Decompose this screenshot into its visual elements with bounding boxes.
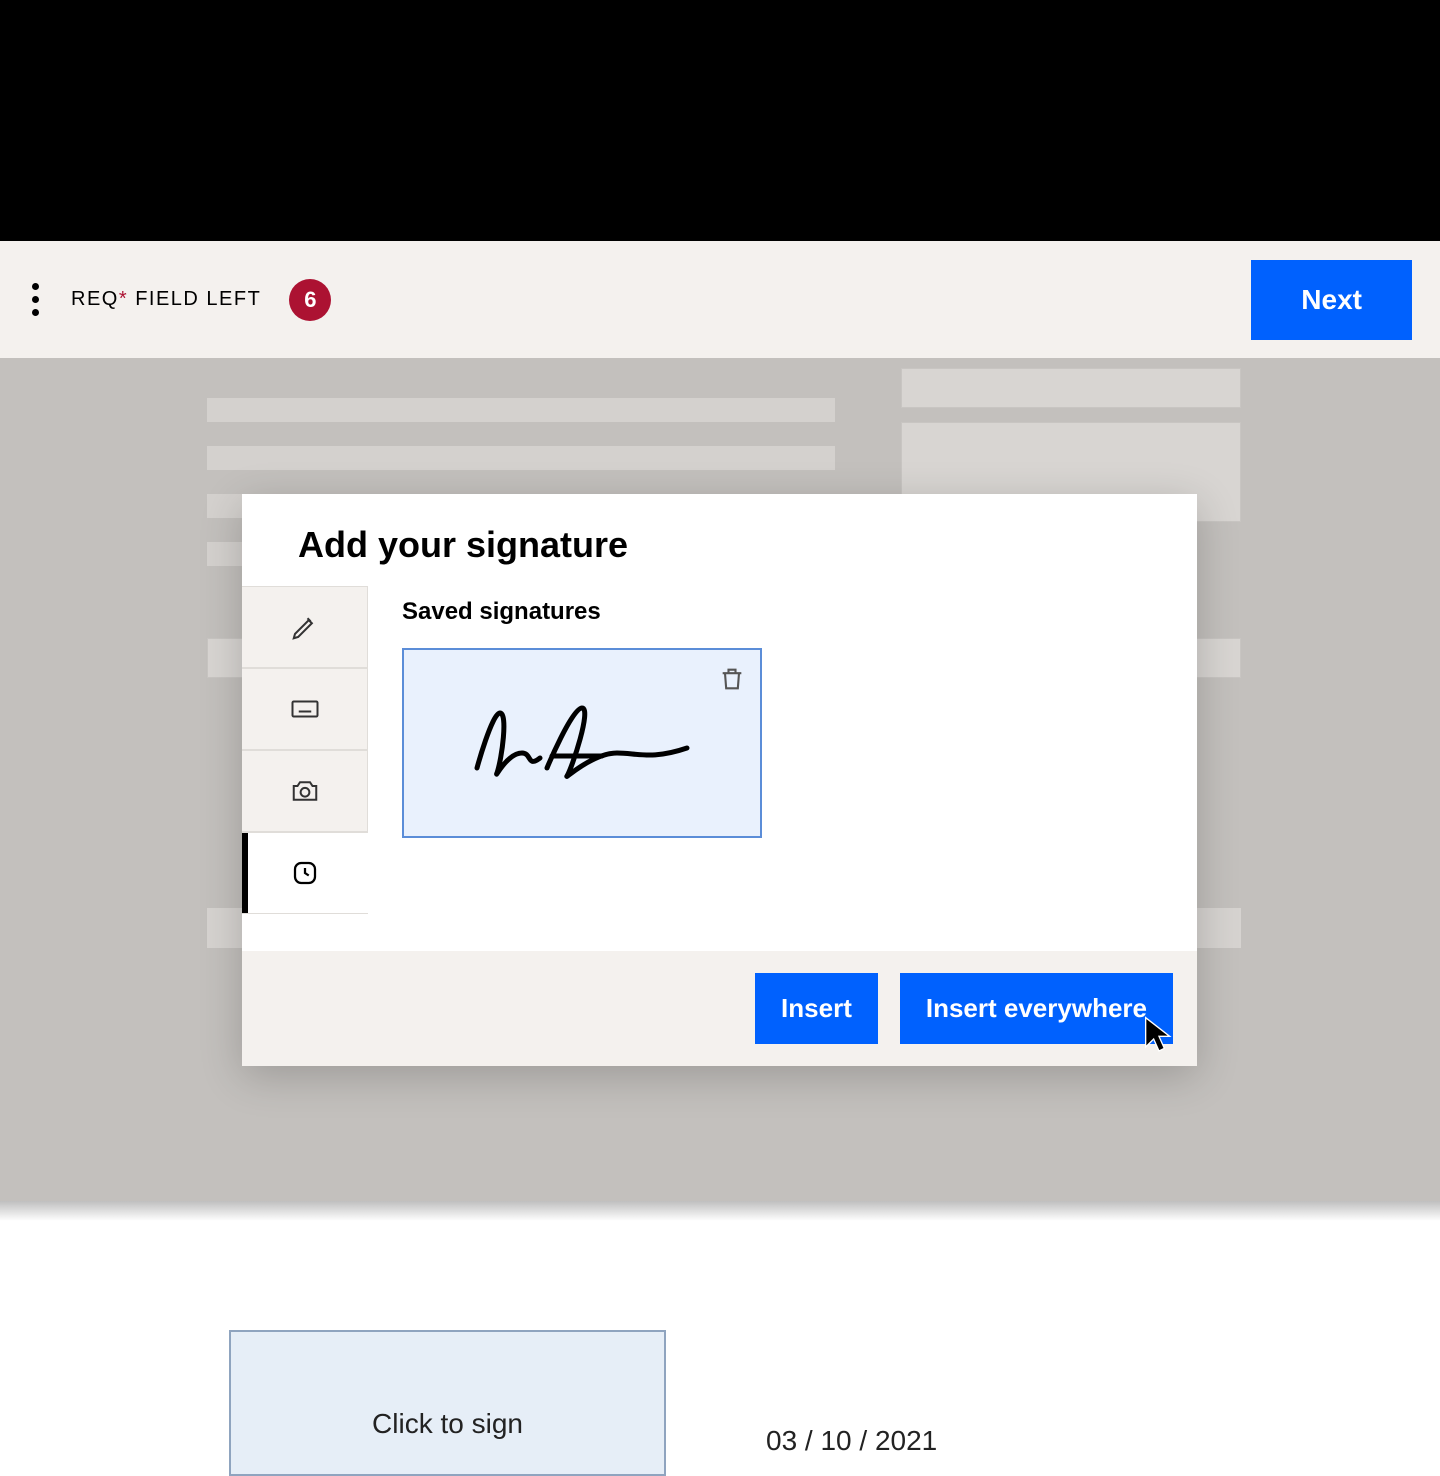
delete-signature-button[interactable]: [718, 664, 746, 699]
date-value: 03 / 10 / 2021: [766, 1425, 937, 1457]
content-bottom-shadow: [0, 1201, 1440, 1221]
signature-field[interactable]: Click to sign: [229, 1330, 666, 1476]
signature-placeholder-label: Click to sign: [372, 1408, 523, 1440]
kebab-menu-icon[interactable]: [28, 279, 43, 320]
modal-tab-column: [242, 586, 368, 951]
tab-type[interactable]: [242, 668, 368, 750]
trash-icon: [718, 664, 746, 694]
app-stage: REQ* FIELD LEFT 6 Next Click to sign 03 …: [0, 0, 1440, 1440]
camera-icon: [290, 776, 320, 806]
text-placeholder: [207, 446, 835, 470]
top-black-bar: [0, 0, 1440, 241]
modal-title: Add your signature: [242, 494, 1197, 586]
signature-preview: [452, 698, 712, 788]
signature-modal: Add your signature Saved signatures: [242, 494, 1197, 1066]
toolbar-left: REQ* FIELD LEFT 6: [28, 279, 331, 321]
clock-icon: [290, 858, 320, 888]
next-button[interactable]: Next: [1251, 260, 1412, 340]
pencil-icon: [290, 612, 320, 642]
tab-image[interactable]: [242, 750, 368, 832]
saved-signature-card[interactable]: [402, 648, 762, 838]
insert-button[interactable]: Insert: [755, 973, 878, 1044]
text-placeholder: [207, 398, 835, 422]
tab-draw[interactable]: [242, 586, 368, 668]
modal-content: Saved signatures: [368, 586, 1197, 951]
saved-signatures-heading: Saved signatures: [402, 598, 1163, 626]
insert-everywhere-button[interactable]: Insert everywhere: [900, 973, 1173, 1044]
keyboard-icon: [290, 694, 320, 724]
tab-saved[interactable]: [242, 832, 368, 914]
modal-footer: Insert Insert everywhere: [242, 951, 1197, 1066]
required-fields-label: REQ* FIELD LEFT: [71, 288, 261, 311]
toolbar: REQ* FIELD LEFT 6 Next: [0, 241, 1440, 358]
modal-body: Saved signatures: [242, 586, 1197, 951]
field-placeholder: [901, 368, 1241, 408]
required-count-badge: 6: [289, 279, 331, 321]
